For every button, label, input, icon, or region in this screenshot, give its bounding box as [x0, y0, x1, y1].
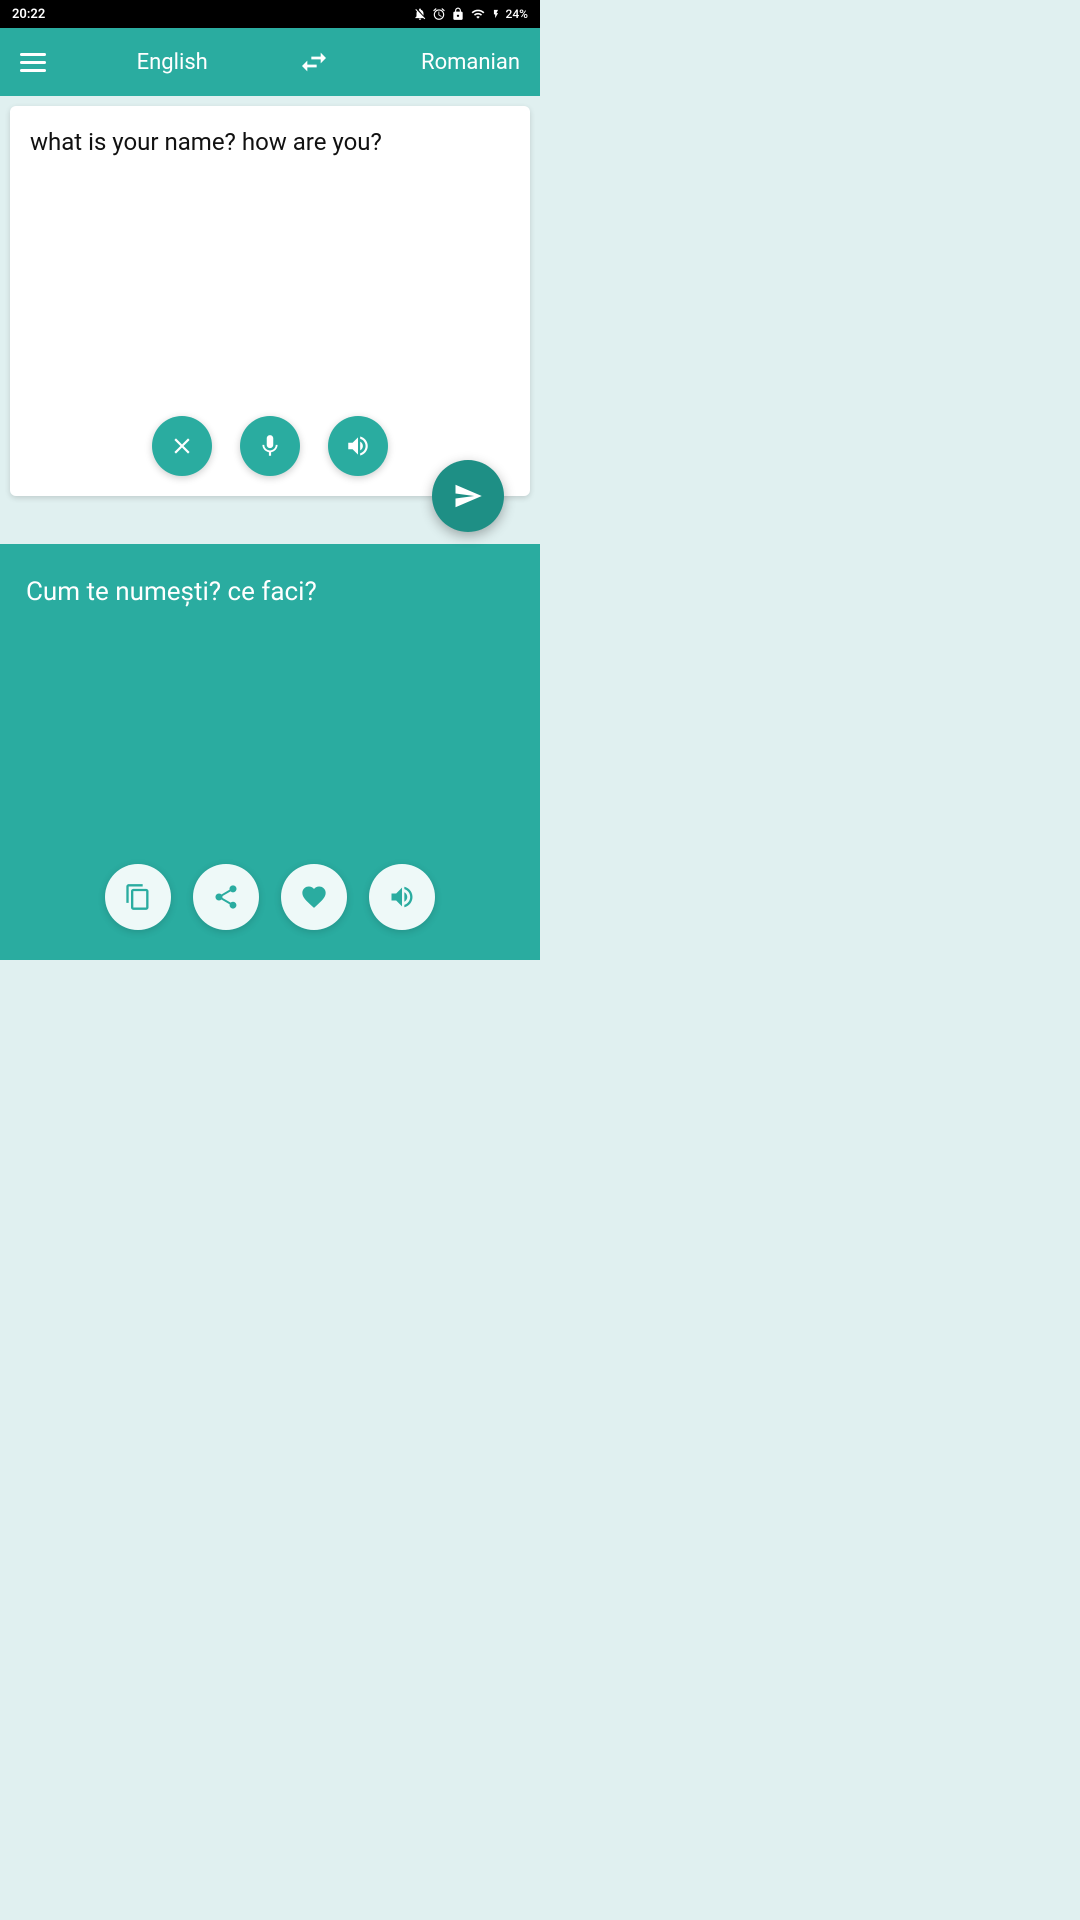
copy-button[interactable] — [105, 864, 171, 930]
battery-text: 24% — [506, 7, 528, 21]
output-text: Cum te numești? ce faci? — [26, 574, 514, 848]
swap-icon — [298, 46, 330, 78]
speaker-button[interactable] — [328, 416, 388, 476]
status-icons: 24% — [413, 7, 528, 21]
send-icon — [453, 481, 483, 511]
alarm-icon — [432, 7, 446, 21]
input-text[interactable]: what is your name? how are you? — [30, 126, 510, 400]
status-bar: 20:22 24% — [0, 0, 540, 28]
swap-languages-button[interactable] — [298, 46, 330, 78]
notification-icon — [413, 7, 427, 21]
output-panel: Cum te numești? ce faci? — [0, 544, 540, 960]
close-icon — [169, 433, 195, 459]
favorite-button[interactable] — [281, 864, 347, 930]
heart-icon — [300, 883, 328, 911]
source-language[interactable]: English — [137, 50, 208, 75]
microphone-button[interactable] — [240, 416, 300, 476]
input-panel: what is your name? how are you? — [10, 106, 530, 496]
microphone-icon — [257, 433, 283, 459]
tts-button[interactable] — [369, 864, 435, 930]
charging-icon — [491, 7, 501, 21]
signal-icon — [470, 7, 486, 21]
main-content: what is your name? how are you? — [0, 96, 540, 960]
copy-icon — [124, 883, 152, 911]
toolbar: English Romanian — [0, 28, 540, 96]
share-icon — [212, 883, 240, 911]
volume-up-icon — [388, 883, 416, 911]
target-language[interactable]: Romanian — [421, 50, 520, 75]
clear-button[interactable] — [152, 416, 212, 476]
volume-icon — [345, 433, 371, 459]
lock-icon — [451, 7, 465, 21]
translate-button[interactable] — [432, 460, 504, 532]
output-actions — [26, 848, 514, 940]
share-button[interactable] — [193, 864, 259, 930]
hamburger-menu[interactable] — [20, 53, 46, 72]
time: 20:22 — [12, 7, 45, 22]
